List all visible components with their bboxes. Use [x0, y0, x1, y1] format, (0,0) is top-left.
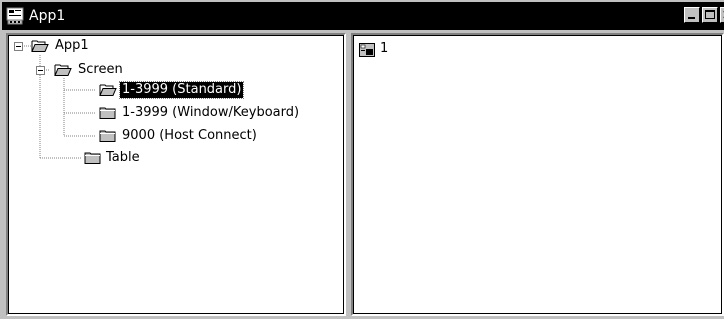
- minimize-icon: [688, 17, 695, 19]
- tree-node-window-keyboard[interactable]: 1-3999 (Window/Keyboard): [120, 105, 301, 121]
- folder-icon: [99, 107, 116, 119]
- window-title: App1: [29, 8, 66, 24]
- app-document-icon: [6, 7, 24, 25]
- collapse-icon: [38, 70, 43, 71]
- folder-icon: [99, 130, 116, 142]
- collapse-icon: [16, 46, 21, 47]
- tree-node-host-connect[interactable]: 9000 (Host Connect): [120, 128, 259, 144]
- application-window: App1 App1 Screen 1-3999 (Standard) 1-399…: [0, 0, 724, 319]
- open-folder-icon: [31, 40, 49, 52]
- tree-node-screen[interactable]: Screen: [76, 62, 125, 78]
- list-view[interactable]: 1: [351, 33, 724, 316]
- tree-expander-app1[interactable]: [14, 42, 23, 51]
- folder-icon: [84, 152, 101, 164]
- tree-expander-screen[interactable]: [36, 66, 45, 75]
- tree-node-table[interactable]: Table: [104, 150, 142, 166]
- tree-node-app1[interactable]: App1: [53, 38, 91, 54]
- title-bar[interactable]: App1: [2, 2, 724, 30]
- screen-item-icon: [359, 43, 375, 57]
- close-button[interactable]: [720, 7, 724, 23]
- minimize-button[interactable]: [684, 7, 700, 23]
- open-folder-icon: [99, 84, 117, 96]
- tree-node-standard[interactable]: 1-3999 (Standard): [118, 81, 245, 99]
- tree-view[interactable]: App1 Screen 1-3999 (Standard) 1-3999 (Wi…: [6, 33, 346, 316]
- maximize-icon: [705, 10, 715, 19]
- open-folder-icon: [54, 64, 72, 76]
- list-item-label: 1: [380, 41, 389, 56]
- tree-nodes: App1 Screen 1-3999 (Standard) 1-3999 (Wi…: [8, 35, 344, 314]
- maximize-button[interactable]: [702, 7, 718, 23]
